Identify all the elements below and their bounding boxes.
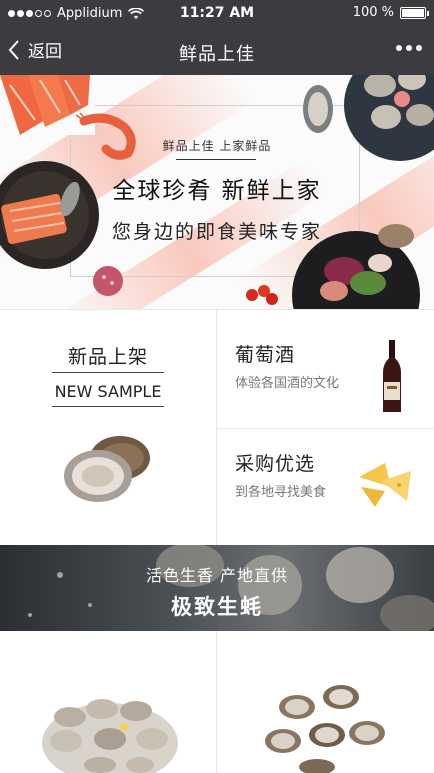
battery-icon (400, 6, 429, 19)
tomato-image (246, 285, 278, 305)
battery-percent: 100 % (352, 5, 394, 20)
wine-subtitle: 体验各国酒的文化 (235, 376, 340, 391)
status-bar: Applidium 11:27 AM 100 % (0, 0, 434, 28)
new-arrivals-title: 新品上架 (67, 346, 148, 368)
promo-subtitle: 活色生香 产地直供 (145, 566, 289, 585)
oyster-image (303, 85, 333, 133)
wine-bottle-image (383, 340, 401, 412)
product-list (0, 631, 434, 773)
purchase-tile[interactable]: 采购优选 到各地寻找美食 (217, 429, 434, 546)
more-button[interactable] (396, 45, 422, 51)
oyster-ring-image (265, 685, 385, 773)
new-arrivals-tile[interactable]: 新品上架 NEW SAMPLE (0, 310, 216, 546)
banner-divider (176, 159, 256, 160)
hero-banner[interactable]: 鲜品上佳 上家鲜品 全球珍肴 新鲜上家 您身边的即食美味专家 (0, 75, 434, 309)
banner-subline: 您身边的即食美味专家 (111, 221, 322, 243)
promo-banner[interactable]: 活色生香 产地直供 极致生蚝 (0, 545, 434, 631)
new-arrivals-rule-bottom (52, 406, 164, 407)
page-title: 鲜品上佳 (179, 44, 255, 65)
salami-image (93, 266, 123, 296)
top-bar: Applidium 11:27 AM 100 % 返回 鲜品上佳 (0, 0, 434, 75)
new-arrivals-rule-top (52, 372, 164, 373)
oyster-tray-image (42, 699, 178, 773)
wine-title: 葡萄酒 (235, 344, 296, 366)
more-dots-icon (396, 45, 402, 51)
promo-title: 极致生蚝 (171, 595, 263, 619)
cheese-image (359, 463, 411, 507)
oyster-product-image (64, 436, 150, 502)
category-grid: 新品上架 NEW SAMPLE 葡萄酒 体验各国酒的文化 采购优选 到各地寻找美… (0, 309, 434, 546)
wine-tile[interactable]: 葡萄酒 体验各国酒的文化 (217, 310, 434, 428)
product-tile-right[interactable] (217, 631, 434, 773)
purchase-subtitle: 到各地寻找美食 (235, 485, 327, 500)
product-tile-left[interactable] (0, 631, 216, 773)
new-arrivals-english: NEW SAMPLE (54, 382, 162, 401)
banner-small-text: 鲜品上佳 上家鲜品 (162, 139, 272, 153)
banner-headline: 全球珍肴 新鲜上家 (112, 178, 322, 204)
nav-bar: 返回 鲜品上佳 (0, 28, 434, 75)
purchase-title: 采购优选 (235, 453, 316, 475)
battery-status: 100 % (352, 5, 429, 20)
